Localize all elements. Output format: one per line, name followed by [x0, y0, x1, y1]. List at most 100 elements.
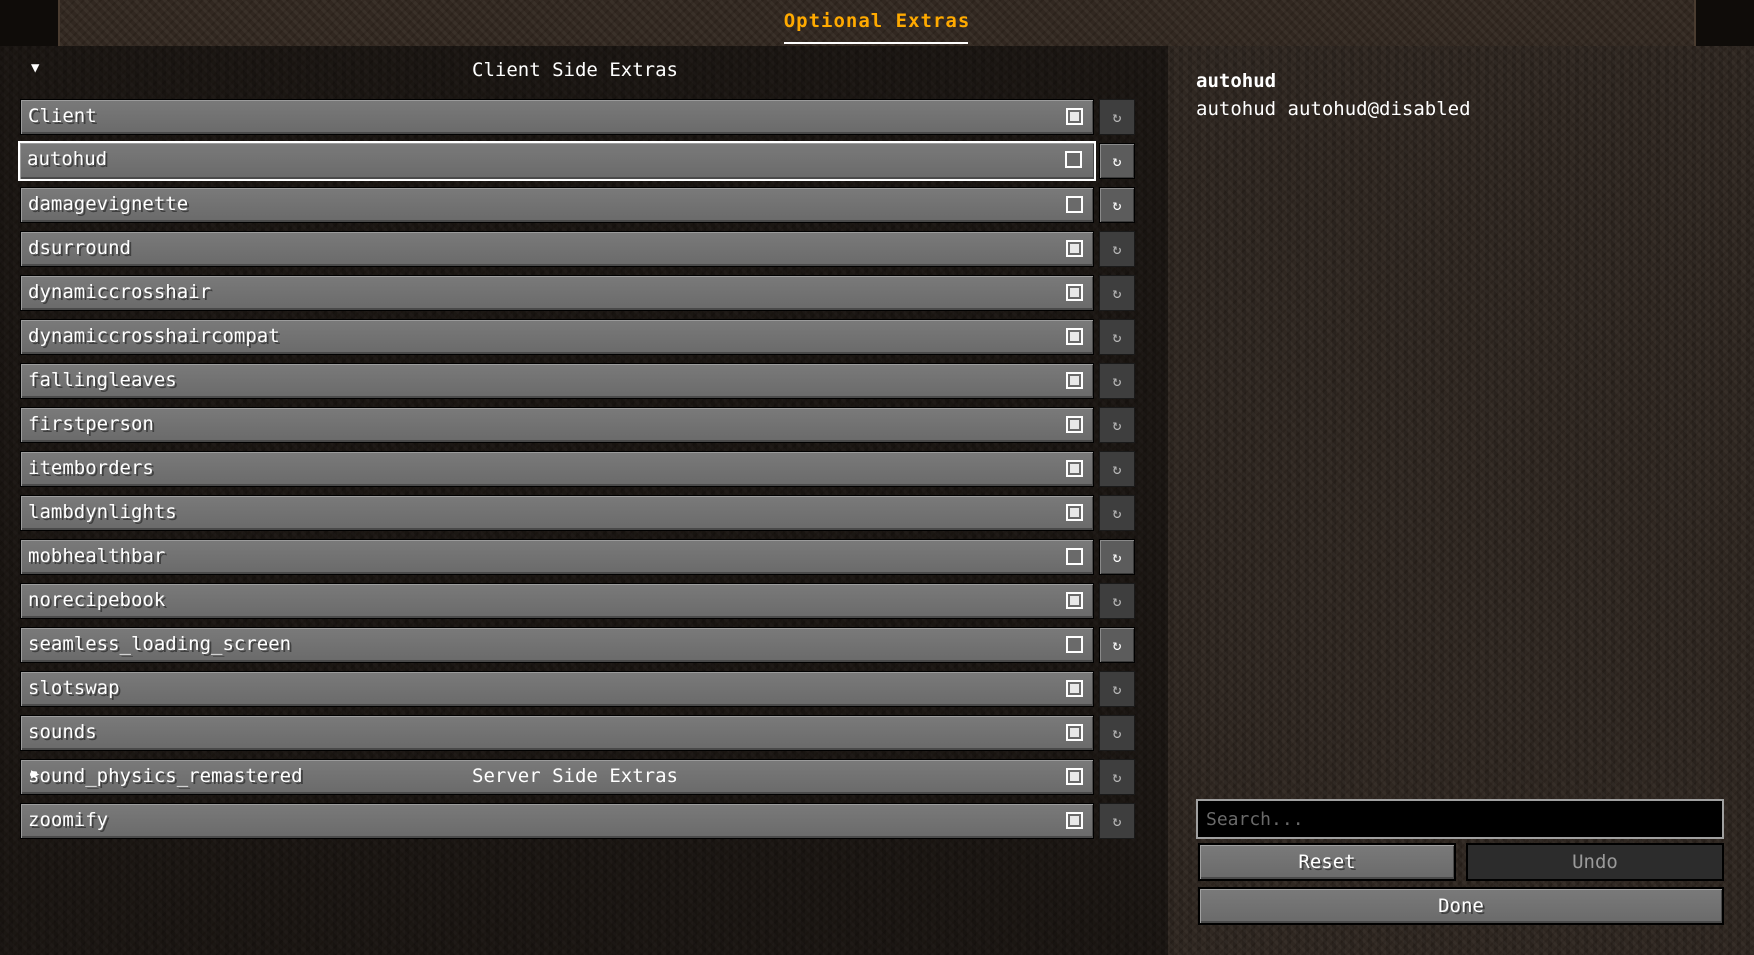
- entry-checkbox[interactable]: [1066, 680, 1083, 697]
- entry-bar[interactable]: lambdynlights: [20, 495, 1094, 531]
- reset-entry-button[interactable]: ↻: [1099, 803, 1135, 839]
- reset-entry-button[interactable]: ↻: [1099, 627, 1135, 663]
- entry-bar[interactable]: slotswap: [20, 671, 1094, 707]
- list-item[interactable]: itemborders ↻: [20, 451, 1135, 487]
- entry-checkbox[interactable]: [1066, 416, 1083, 433]
- detail-description: autohud autohud@disabled: [1196, 98, 1471, 120]
- section-label-server: Server Side Extras: [472, 765, 678, 787]
- search-input[interactable]: [1196, 799, 1724, 839]
- tab-title: Optional Extras: [783, 10, 971, 32]
- entry-label: autohud: [27, 148, 108, 170]
- entry-label: seamless_loading_screen: [28, 633, 292, 655]
- reset-button[interactable]: Reset: [1198, 843, 1456, 881]
- config-list-panel[interactable]: ▼ Client Side Extras Client ↻ autohud ↻ dama…: [0, 46, 1168, 955]
- reset-icon: ↻: [1112, 152, 1122, 170]
- entry-bar[interactable]: dynamiccrosshair: [20, 275, 1094, 311]
- entry-bar[interactable]: seamless_loading_screen: [20, 627, 1094, 663]
- entry-label: damagevignette: [28, 193, 189, 215]
- tab-strip-right-edge: [1696, 0, 1754, 46]
- done-button[interactable]: Done: [1198, 887, 1724, 925]
- reset-entry-button[interactable]: ↻: [1099, 539, 1135, 575]
- detail-title: autohud: [1196, 70, 1277, 92]
- entry-bar[interactable]: dsurround: [20, 231, 1094, 267]
- reset-icon: ↻: [1112, 724, 1122, 742]
- entry-checkbox[interactable]: [1066, 240, 1083, 257]
- list-item[interactable]: dynamiccrosshaircompat ↻: [20, 319, 1135, 355]
- entry-checkbox[interactable]: [1066, 372, 1083, 389]
- reset-entry-button[interactable]: ↻: [1099, 275, 1135, 311]
- entry-checkbox[interactable]: [1066, 328, 1083, 345]
- reset-icon: ↻: [1112, 548, 1122, 566]
- entry-checkbox[interactable]: [1066, 636, 1083, 653]
- entry-bar[interactable]: autohud: [18, 141, 1096, 181]
- list-item[interactable]: seamless_loading_screen ↻: [20, 627, 1135, 663]
- reset-icon: ↻: [1112, 680, 1122, 698]
- entry-label: slotswap: [28, 677, 120, 699]
- entry-checkbox[interactable]: [1066, 504, 1083, 521]
- list-item[interactable]: fallingleaves ↻: [20, 363, 1135, 399]
- undo-button[interactable]: Undo: [1466, 843, 1724, 881]
- list-item[interactable]: slotswap ↻: [20, 671, 1135, 707]
- list-item[interactable]: dsurround ↻: [20, 231, 1135, 267]
- reset-entry-button[interactable]: ↻: [1099, 319, 1135, 355]
- reset-entry-button[interactable]: ↻: [1099, 715, 1135, 751]
- section-header-client[interactable]: ▼ Client Side Extras: [0, 56, 1168, 84]
- entry-checkbox[interactable]: [1066, 812, 1083, 829]
- section-label-client: Client Side Extras: [472, 59, 678, 81]
- reset-icon: ↻: [1112, 240, 1122, 258]
- entry-label: sounds: [28, 721, 97, 743]
- list-item[interactable]: zoomify ↻: [20, 803, 1135, 839]
- entry-label: fallingleaves: [28, 369, 177, 391]
- entry-bar[interactable]: norecipebook: [20, 583, 1094, 619]
- reset-entry-button[interactable]: ↻: [1099, 187, 1135, 223]
- entry-bar[interactable]: zoomify: [20, 803, 1094, 839]
- entry-bar[interactable]: firstperson: [20, 407, 1094, 443]
- entry-checkbox[interactable]: [1066, 284, 1083, 301]
- reset-entry-button[interactable]: ↻: [1099, 495, 1135, 531]
- list-item[interactable]: Client ↻: [20, 99, 1135, 135]
- entry-checkbox[interactable]: [1066, 196, 1083, 213]
- entry-label: norecipebook: [28, 589, 166, 611]
- list-item[interactable]: dynamiccrosshair ↻: [20, 275, 1135, 311]
- list-item[interactable]: autohud ↻: [18, 141, 1135, 181]
- reset-entry-button[interactable]: ↻: [1099, 671, 1135, 707]
- entry-bar[interactable]: Client: [20, 99, 1094, 135]
- reset-icon: ↻: [1112, 504, 1122, 522]
- reset-entry-button[interactable]: ↻: [1099, 99, 1135, 135]
- reset-entry-button[interactable]: ↻: [1099, 231, 1135, 267]
- entry-checkbox[interactable]: [1065, 151, 1082, 168]
- tab-optional-extras[interactable]: Optional Extras: [58, 0, 1696, 46]
- reset-icon: ↻: [1112, 416, 1122, 434]
- reset-entry-button[interactable]: ↻: [1099, 407, 1135, 443]
- entry-checkbox[interactable]: [1066, 548, 1083, 565]
- reset-entry-button[interactable]: ↻: [1099, 143, 1135, 179]
- reset-icon: ↻: [1112, 592, 1122, 610]
- entry-checkbox[interactable]: [1066, 460, 1083, 477]
- entry-label: dsurround: [28, 237, 131, 259]
- entry-label: mobhealthbar: [28, 545, 166, 567]
- tab-strip: Optional Extras: [0, 0, 1754, 46]
- entry-bar[interactable]: mobhealthbar: [20, 539, 1094, 575]
- reset-entry-button[interactable]: ↻: [1099, 583, 1135, 619]
- list-item[interactable]: norecipebook ↻: [20, 583, 1135, 619]
- list-item[interactable]: lambdynlights ↻: [20, 495, 1135, 531]
- entry-checkbox[interactable]: [1066, 108, 1083, 125]
- reset-entry-button[interactable]: ↻: [1099, 451, 1135, 487]
- reset-icon: ↻: [1112, 636, 1122, 654]
- reset-entry-button[interactable]: ↻: [1099, 363, 1135, 399]
- entry-checkbox[interactable]: [1066, 724, 1083, 741]
- reset-icon: ↻: [1112, 460, 1122, 478]
- section-header-server[interactable]: ▶ Server Side Extras: [0, 762, 1168, 790]
- list-item[interactable]: firstperson ↻: [20, 407, 1135, 443]
- entry-bar[interactable]: sounds: [20, 715, 1094, 751]
- list-item[interactable]: mobhealthbar ↻: [20, 539, 1135, 575]
- entry-bar[interactable]: itemborders: [20, 451, 1094, 487]
- reset-icon: ↻: [1112, 108, 1122, 126]
- list-item[interactable]: sounds ↻: [20, 715, 1135, 751]
- entry-bar[interactable]: dynamiccrosshaircompat: [20, 319, 1094, 355]
- list-item[interactable]: damagevignette ↻: [20, 187, 1135, 223]
- entry-bar[interactable]: fallingleaves: [20, 363, 1094, 399]
- entry-bar[interactable]: damagevignette: [20, 187, 1094, 223]
- entry-checkbox[interactable]: [1066, 592, 1083, 609]
- entry-label: zoomify: [28, 809, 109, 831]
